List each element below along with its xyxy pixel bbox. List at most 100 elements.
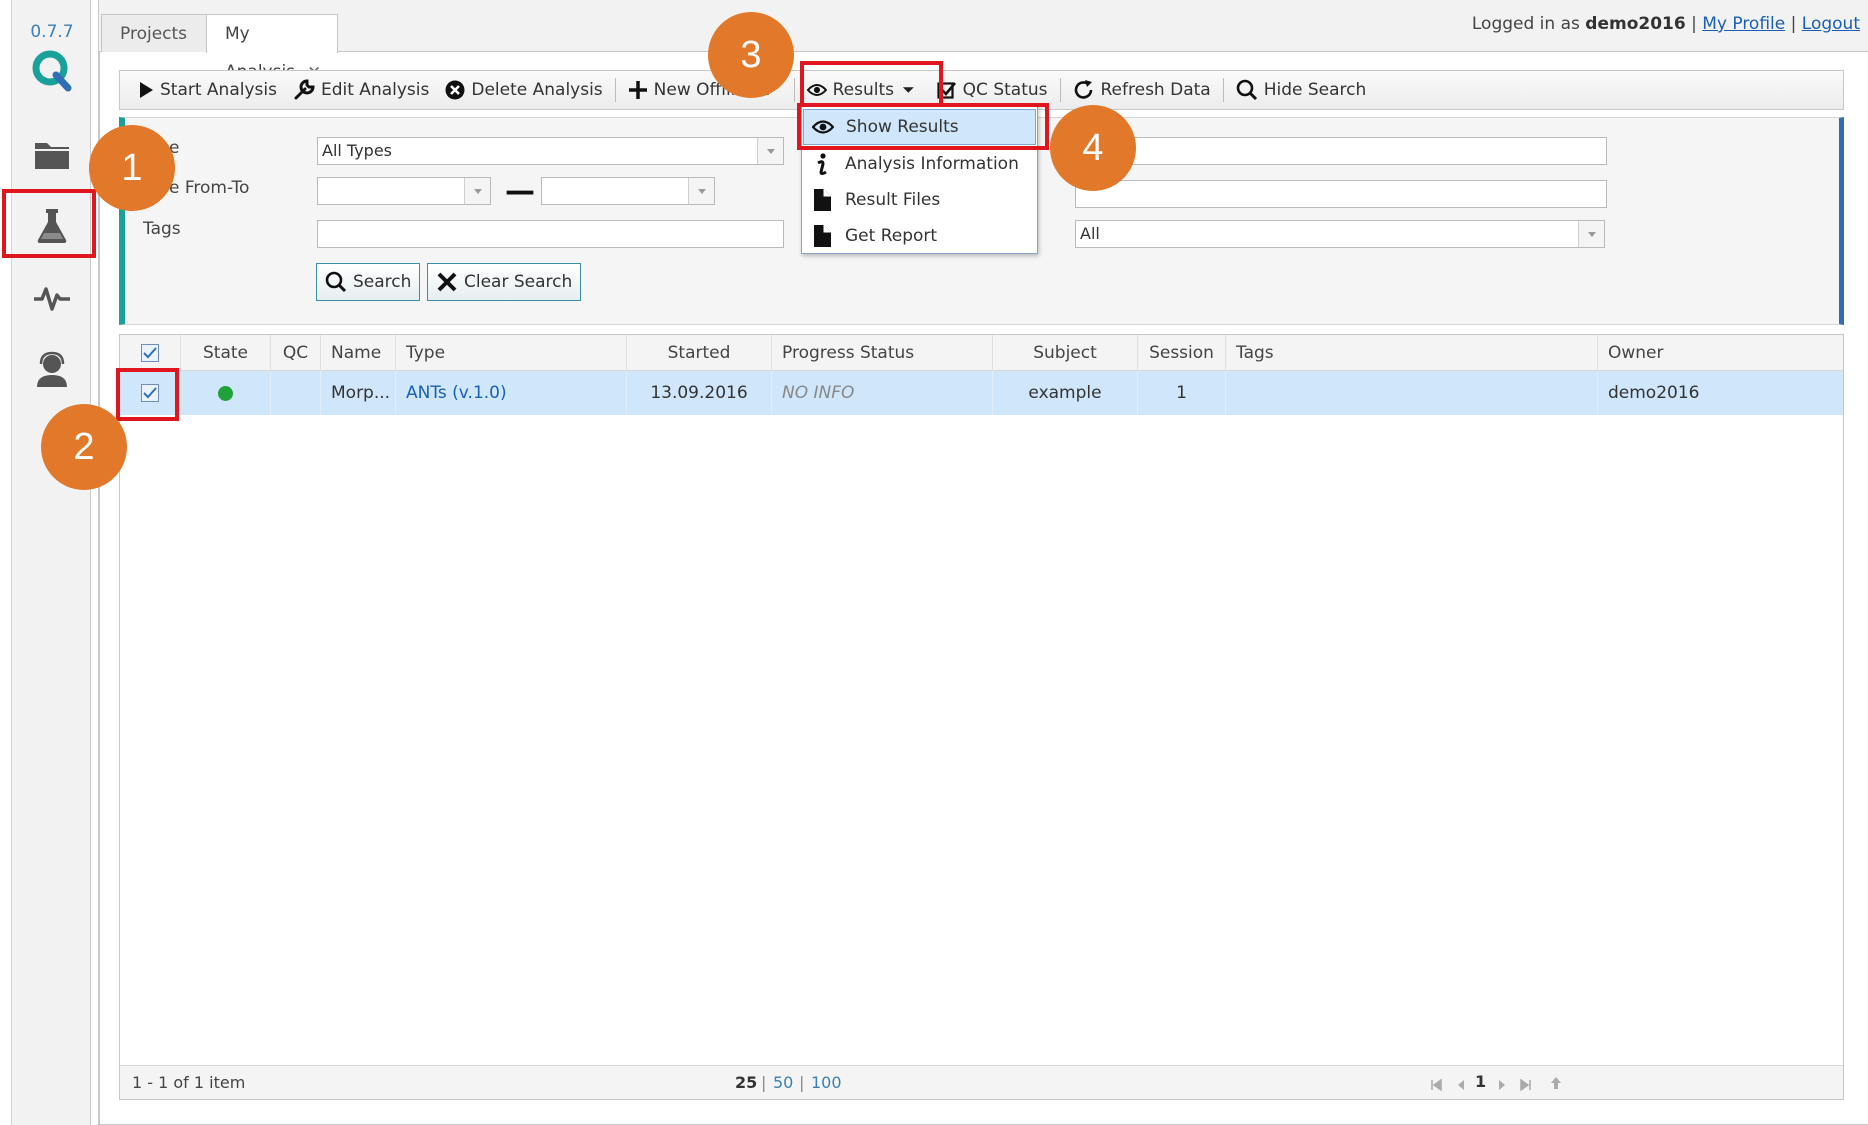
delete-analysis-button[interactable]: Delete Analysis bbox=[437, 71, 610, 109]
grid-header: State QC Name Type Started Progress Stat… bbox=[120, 335, 1843, 371]
folder-icon[interactable] bbox=[26, 128, 78, 180]
right-select[interactable]: All bbox=[1075, 220, 1605, 248]
file-icon bbox=[814, 225, 831, 247]
state-indicator-dot bbox=[218, 385, 233, 401]
search-button-label: Search bbox=[353, 272, 412, 292]
first-page-icon[interactable] bbox=[1430, 1076, 1442, 1095]
column-header-started[interactable]: Started bbox=[626, 335, 771, 371]
date-range-dash: — bbox=[505, 174, 535, 209]
username: demo2016 bbox=[1585, 14, 1686, 34]
get-report-label: Get Report bbox=[845, 226, 938, 246]
tab-projects[interactable]: Projects bbox=[101, 14, 207, 52]
refresh-data-label: Refresh Data bbox=[1100, 80, 1211, 100]
page-size-100[interactable]: 100 bbox=[811, 1073, 842, 1092]
table-row[interactable]: Morp... ANTs (v.1.0) 13.09.2016 NO INFO … bbox=[120, 371, 1843, 415]
logo-q-icon[interactable] bbox=[26, 44, 78, 96]
column-header-session[interactable]: Session bbox=[1137, 335, 1225, 371]
right-text-input-1[interactable] bbox=[1075, 137, 1607, 165]
tab-projects-label: Projects bbox=[120, 24, 188, 44]
delete-analysis-label: Delete Analysis bbox=[471, 80, 603, 100]
highlight-box-row-checkbox bbox=[116, 368, 179, 421]
refresh-data-button[interactable]: Refresh Data bbox=[1065, 71, 1219, 109]
toolbar-separator bbox=[1059, 78, 1061, 102]
tab-my-analysis[interactable]: My Analysis× bbox=[206, 14, 338, 82]
start-analysis-button[interactable]: Start Analysis bbox=[130, 71, 285, 109]
name-cell: Morp... bbox=[320, 371, 395, 415]
column-header-type[interactable]: Type bbox=[395, 335, 626, 371]
select-all-checkbox[interactable] bbox=[141, 344, 159, 362]
search-button[interactable]: Search bbox=[316, 263, 421, 301]
version-label: 0.7.7 bbox=[30, 22, 74, 42]
right-text-input-2[interactable] bbox=[1075, 180, 1607, 208]
close-icon bbox=[437, 272, 457, 292]
wrench-icon bbox=[294, 79, 315, 100]
column-header-tags[interactable]: Tags bbox=[1225, 335, 1597, 371]
check-icon bbox=[143, 347, 157, 359]
session-cell: 1 bbox=[1137, 371, 1225, 415]
start-analysis-label: Start Analysis bbox=[160, 80, 277, 100]
date-from-picker[interactable] bbox=[317, 177, 491, 205]
highlight-box-results bbox=[800, 61, 943, 107]
date-from-to-label: e From-To bbox=[169, 178, 250, 198]
column-header-name[interactable]: Name bbox=[320, 335, 395, 371]
type-select[interactable]: All Types bbox=[317, 137, 784, 165]
tags-label: Tags bbox=[143, 219, 181, 239]
highlight-box-flask bbox=[2, 189, 96, 258]
toolbar-separator bbox=[1222, 78, 1224, 102]
step-callout-2: 2 bbox=[41, 404, 127, 490]
logout-link[interactable]: Logout bbox=[1802, 14, 1860, 34]
clear-search-button[interactable]: Clear Search bbox=[427, 263, 582, 301]
scroll-to-top-icon[interactable] bbox=[1550, 1075, 1562, 1094]
subject-cell: example bbox=[992, 371, 1137, 415]
analysis-grid: State QC Name Type Started Progress Stat… bbox=[119, 334, 1844, 1100]
page-size-separator: | bbox=[761, 1073, 767, 1092]
left-nav-rail: 0.7.7 bbox=[11, 0, 91, 1125]
page-size-25[interactable]: 25 bbox=[735, 1073, 757, 1092]
right-select-value: All bbox=[1080, 224, 1100, 243]
search-icon bbox=[1236, 79, 1257, 101]
pulse-icon[interactable] bbox=[26, 272, 78, 324]
qc-status-label: QC Status bbox=[962, 80, 1048, 100]
qc-cell bbox=[270, 371, 320, 415]
grid-footer: 1 - 1 of 1 item 25 | 50 | 100 1 bbox=[120, 1065, 1843, 1099]
type-link[interactable]: ANTs (v.1.0) bbox=[395, 371, 626, 415]
date-to-picker[interactable] bbox=[541, 177, 715, 205]
analysis-information-label: Analysis Information bbox=[845, 154, 1019, 174]
column-header-qc[interactable]: QC bbox=[270, 335, 320, 371]
edit-analysis-label: Edit Analysis bbox=[320, 80, 430, 100]
analysis-information-menu-item[interactable]: Analysis Information bbox=[803, 146, 1036, 182]
my-profile-link[interactable]: My Profile bbox=[1702, 14, 1785, 34]
previous-page-icon[interactable] bbox=[1456, 1076, 1466, 1095]
tags-input[interactable] bbox=[317, 220, 784, 248]
owner-cell: demo2016 bbox=[1597, 371, 1843, 415]
toolbar-separator bbox=[614, 78, 616, 102]
page-size-separator: | bbox=[799, 1073, 805, 1092]
column-header-state[interactable]: State bbox=[180, 335, 270, 371]
toolbar-separator bbox=[793, 78, 795, 102]
column-header-progress-status[interactable]: Progress Status bbox=[771, 335, 992, 371]
delete-circle-icon bbox=[445, 80, 465, 100]
column-header-subject[interactable]: Subject bbox=[992, 335, 1137, 371]
edit-analysis-button[interactable]: Edit Analysis bbox=[285, 71, 437, 109]
hide-search-label: Hide Search bbox=[1263, 80, 1367, 100]
user-bar: Logged in as demo2016 | My Profile | Log… bbox=[1472, 14, 1860, 34]
current-page-number: 1 bbox=[1475, 1072, 1487, 1091]
dropdown-arrow-icon bbox=[757, 138, 783, 164]
dropdown-arrow-icon bbox=[1578, 221, 1604, 247]
next-page-icon[interactable] bbox=[1497, 1076, 1507, 1095]
column-header-owner[interactable]: Owner bbox=[1597, 335, 1843, 371]
dropdown-arrow-icon bbox=[464, 178, 490, 204]
user-separator: | bbox=[1691, 14, 1697, 34]
hide-search-button[interactable]: Hide Search bbox=[1228, 71, 1375, 109]
item-count: 1 - 1 of 1 item bbox=[132, 1073, 246, 1092]
step-callout-1: 1 bbox=[89, 125, 175, 211]
search-icon bbox=[325, 271, 347, 293]
last-page-icon[interactable] bbox=[1520, 1076, 1532, 1095]
get-report-menu-item[interactable]: Get Report bbox=[803, 218, 1036, 254]
progress-status-cell: NO INFO bbox=[771, 371, 992, 415]
user-support-icon[interactable] bbox=[26, 344, 78, 396]
result-files-menu-item[interactable]: Result Files bbox=[803, 182, 1036, 218]
started-cell: 13.09.2016 bbox=[626, 371, 771, 415]
page-size-50[interactable]: 50 bbox=[773, 1073, 793, 1092]
result-files-label: Result Files bbox=[845, 190, 941, 210]
